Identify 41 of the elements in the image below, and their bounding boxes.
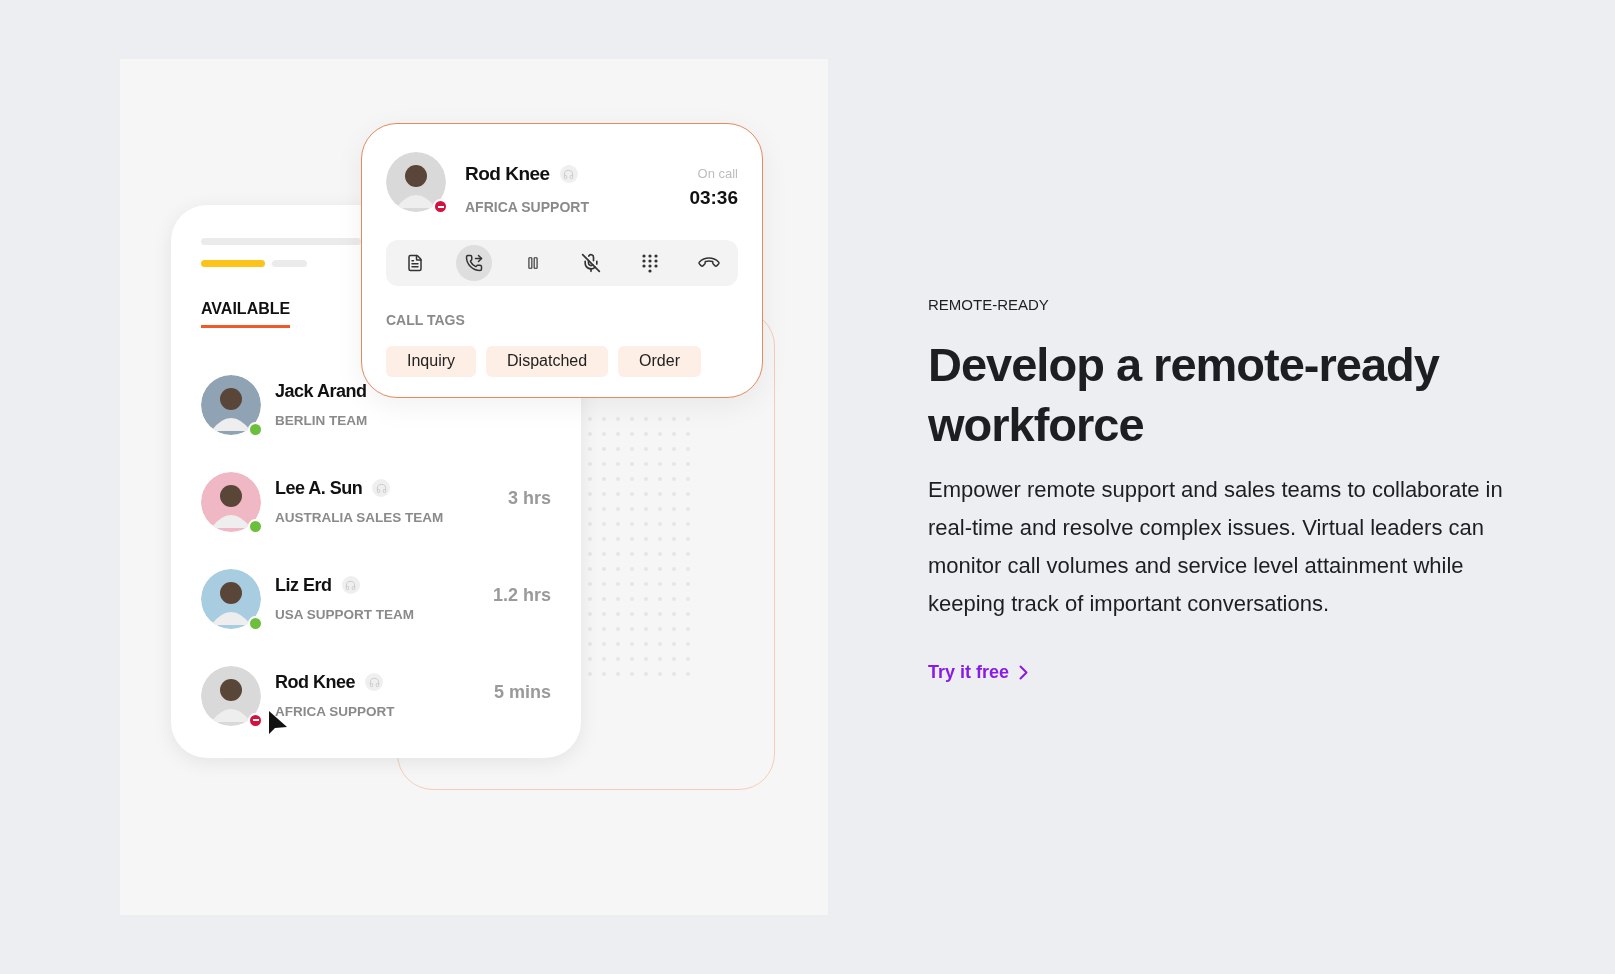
mic-off-icon	[581, 252, 602, 273]
headset-icon	[372, 479, 391, 498]
caller-name: Rod Knee	[465, 162, 550, 186]
call-tag[interactable]: Order	[618, 345, 701, 377]
agent-team: AFRICA SUPPORT	[275, 702, 396, 721]
agent-name: Rod Knee	[275, 670, 355, 694]
call-state: On call	[697, 165, 738, 183]
phone-forward-icon	[464, 253, 483, 272]
agent-time: 1.2 hrs	[492, 584, 551, 607]
agent-name: Jack Arand	[275, 379, 367, 403]
avatar	[201, 471, 261, 532]
avatar	[201, 374, 261, 435]
try-free-link[interactable]: Try it free	[928, 658, 1029, 686]
pause-icon	[525, 255, 540, 270]
heading: Develop a remote-ready workforce	[928, 336, 1441, 453]
agent-time: 3 hrs	[507, 487, 551, 510]
call-tag[interactable]: Dispatched	[486, 345, 609, 377]
avatar	[201, 665, 261, 726]
headset-icon	[559, 165, 578, 184]
caller-team: AFRICA SUPPORT	[465, 197, 590, 217]
agent-time: 5 mins	[493, 681, 551, 704]
agent-team: AUSTRALIA SALES TEAM	[275, 508, 445, 527]
agent-name: Lee A. Sun	[275, 476, 363, 500]
agent-team: BERLIN TEAM	[275, 411, 369, 430]
section-label: REMOTE-READY	[928, 295, 1050, 315]
call-tag[interactable]: Inquiry	[386, 345, 477, 377]
chevron-right-icon	[1019, 664, 1029, 680]
avatar	[386, 152, 446, 212]
agent-name: Liz Erd	[275, 573, 332, 597]
agent-team: USA SUPPORT TEAM	[275, 605, 415, 624]
avatar	[201, 568, 261, 629]
call-timer: 03:36	[689, 185, 738, 210]
call-control-button[interactable]	[455, 244, 492, 281]
available-tab[interactable]: AVAILABLE	[201, 297, 291, 328]
call-tags-label: CALL TAGS	[386, 310, 466, 330]
dialpad-icon	[641, 252, 660, 273]
headset-icon	[365, 673, 383, 692]
document-icon	[406, 253, 424, 272]
headset-icon	[341, 576, 360, 595]
skeleton-bar	[201, 260, 265, 267]
body-text: Empower remote support and sales teams to collaborate in real-time and resolve complex issues. Virtual leaders can monitor call volumes and service level attainment while keeping track of important conversations.	[928, 475, 1504, 618]
